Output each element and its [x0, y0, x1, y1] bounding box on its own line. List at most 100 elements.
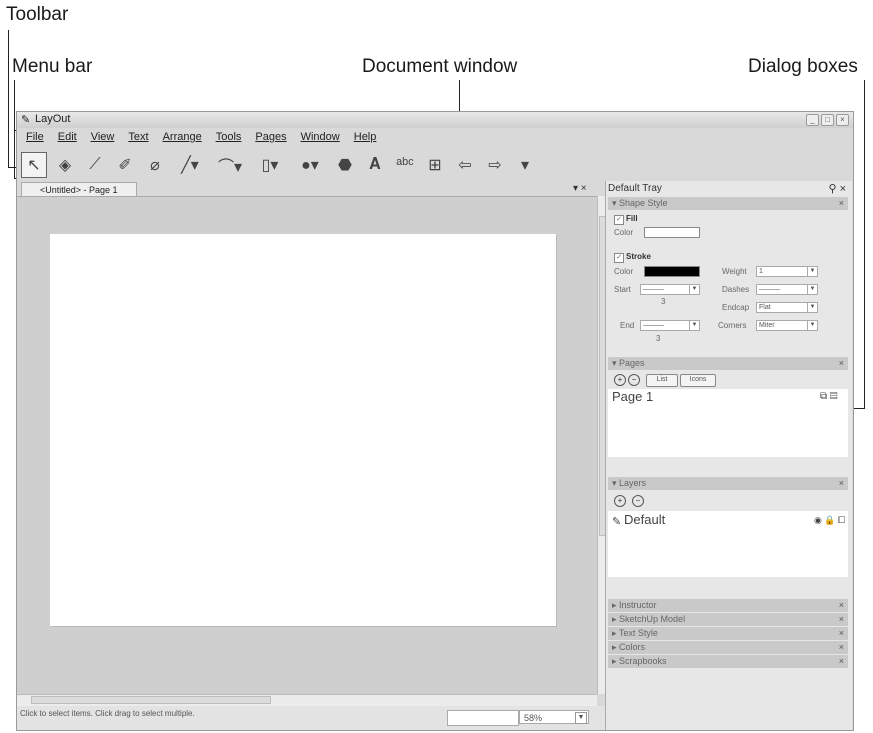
menu-text[interactable]: Text [121, 129, 155, 147]
menu-tools[interactable]: Tools [209, 129, 249, 147]
text-style-title: Text Style [618, 628, 658, 638]
menu-view[interactable]: View [84, 129, 122, 147]
pages-header[interactable]: ▾ Pages × [608, 357, 848, 370]
pages-icons-button[interactable]: Icons [680, 374, 716, 387]
close-icon[interactable]: × [839, 641, 844, 654]
close-icon[interactable]: × [839, 197, 844, 210]
endcap-select[interactable]: Flat ▼ [756, 302, 818, 313]
horizontal-scroll-thumb[interactable] [31, 696, 271, 704]
select-tool-icon[interactable]: ↖ [21, 152, 47, 178]
pages-list-button[interactable]: List [646, 374, 678, 387]
maximize-button[interactable]: □ [821, 114, 834, 126]
sketchup-model-header[interactable]: ▸ SketchUp Model × [608, 613, 848, 626]
layers-header[interactable]: ▾ Layers × [608, 477, 848, 490]
chevron-down-icon: ▼ [689, 285, 699, 294]
close-icon[interactable]: × [839, 357, 844, 370]
menu-window[interactable]: Window [294, 129, 347, 147]
menu-bar-callout: Menu bar [12, 56, 93, 77]
layer-visibility-lock-icon[interactable]: ◉ 🔒 ⧠ [814, 515, 845, 526]
fill-color-swatch[interactable] [644, 227, 700, 238]
weight-select[interactable]: 1 ▼ [756, 266, 818, 277]
stroke-color-swatch[interactable] [644, 266, 700, 277]
dashes-select[interactable]: ——— ▼ [756, 284, 818, 295]
corners-select[interactable]: Miter ▼ [756, 320, 818, 331]
page-list-item[interactable]: Page 1 [612, 389, 653, 404]
start-label: Start [614, 285, 631, 294]
shape-style-header[interactable]: ▾ Shape Style × [608, 197, 848, 210]
dashes-label: Dashes [722, 285, 750, 294]
menu-arrange[interactable]: Arrange [156, 129, 209, 147]
line-tool-icon[interactable]: ╱▾ [173, 153, 207, 177]
chevron-down-icon: ▼ [807, 321, 817, 330]
menu-file[interactable]: File [19, 129, 51, 147]
colors-header[interactable]: ▸ Colors × [608, 641, 848, 654]
text-style-header[interactable]: ▸ Text Style × [608, 627, 848, 640]
previous-page-icon[interactable]: ⇦ [453, 153, 477, 177]
style-dropper-icon[interactable]: ⟋ [83, 153, 107, 177]
start-arrow-select[interactable]: ——— ▼ [640, 284, 700, 295]
zoom-value: 58% [524, 713, 543, 723]
pages-title: Pages [619, 358, 645, 368]
close-button[interactable]: × [836, 114, 849, 126]
toolbar-overflow-icon[interactable]: ▾ [513, 153, 537, 177]
chevron-down-icon: ▼ [807, 285, 817, 294]
add-page-icon[interactable]: + [614, 374, 626, 386]
window-title: LayOut [35, 113, 71, 125]
minimize-button[interactable]: _ [806, 114, 819, 126]
menu-help[interactable]: Help [347, 129, 384, 147]
chevron-down-icon: ▼ [689, 321, 699, 330]
menubar-bracket [14, 130, 15, 178]
end-arrow-select[interactable]: ——— ▼ [640, 320, 700, 331]
page-canvas[interactable] [50, 234, 556, 626]
join-tool-icon[interactable]: ⌀ [143, 153, 167, 177]
endcap-label: Endcap [722, 303, 750, 312]
close-icon[interactable]: × [839, 613, 844, 626]
stroke-color-label: Color [614, 267, 634, 276]
fill-checkbox[interactable]: ✓ [614, 215, 624, 225]
add-page-icon[interactable]: ⊞ [423, 153, 447, 177]
layout-app-icon: ✎ [21, 114, 31, 126]
zoom-select[interactable]: 58% ▼ [519, 710, 589, 724]
menu-pages[interactable]: Pages [248, 129, 293, 147]
dialog-boxes-leader [864, 80, 865, 408]
text-tool-icon[interactable]: 𝐀 [363, 153, 387, 177]
close-icon[interactable]: × [839, 599, 844, 612]
remove-layer-icon[interactable]: − [632, 495, 644, 507]
tray-title: Default Tray [608, 183, 662, 194]
chevron-down-icon: ▼ [807, 267, 817, 276]
erase-tool-icon[interactable]: ◈ [53, 153, 77, 177]
stroke-checkbox[interactable]: ✓ [614, 253, 624, 263]
document-tab[interactable]: <Untitled> - Page 1 [21, 182, 137, 197]
page-properties-icon[interactable]: ⧉ ▤ [820, 391, 838, 402]
scrapbooks-header[interactable]: ▸ Scrapbooks × [608, 655, 848, 668]
circle-tool-icon[interactable]: ●▾ [293, 153, 327, 177]
close-icon[interactable]: × [839, 477, 844, 490]
label-tool-icon[interactable]: ᵃᵇᶜ [393, 153, 417, 177]
document-window-callout: Document window [362, 56, 518, 77]
split-tool-icon[interactable]: ✐ [113, 153, 137, 177]
rectangle-tool-icon[interactable]: ▯▾ [253, 153, 287, 177]
menubar-leader [14, 80, 15, 130]
status-message: Click to select items. Click drag to sel… [20, 709, 195, 718]
tray-pin-close-icon[interactable]: ⚲ × [828, 182, 846, 195]
close-icon[interactable]: × [839, 655, 844, 668]
polygon-tool-icon[interactable]: ⬣ [333, 153, 357, 177]
layer-list-item[interactable]: Default [624, 512, 665, 527]
document-window[interactable] [17, 196, 597, 695]
arc-tool-icon[interactable]: ⌒▾ [213, 153, 247, 177]
document-pin-close-icon[interactable]: ▾ × [573, 183, 587, 194]
horizontal-scrollbar[interactable] [17, 694, 597, 706]
instructor-header[interactable]: ▸ Instructor × [608, 599, 848, 612]
colors-title: Colors [619, 642, 646, 652]
close-icon[interactable]: × [839, 627, 844, 640]
menu-edit[interactable]: Edit [51, 129, 84, 147]
default-tray: Default Tray ⚲ × ▾ Shape Style × ✓ Fill C… [605, 181, 852, 730]
app-window: ✎ LayOut _ □ × File Edit View Text Arran… [16, 111, 854, 731]
remove-page-icon[interactable]: − [628, 374, 640, 386]
next-page-icon[interactable]: ⇨ [483, 153, 507, 177]
corners-value: Miter [759, 322, 775, 329]
chevron-down-icon: ▼ [575, 712, 587, 724]
add-layer-icon[interactable]: + [614, 495, 626, 507]
weight-value: 1 [759, 268, 763, 275]
measurements-field[interactable] [447, 710, 519, 726]
